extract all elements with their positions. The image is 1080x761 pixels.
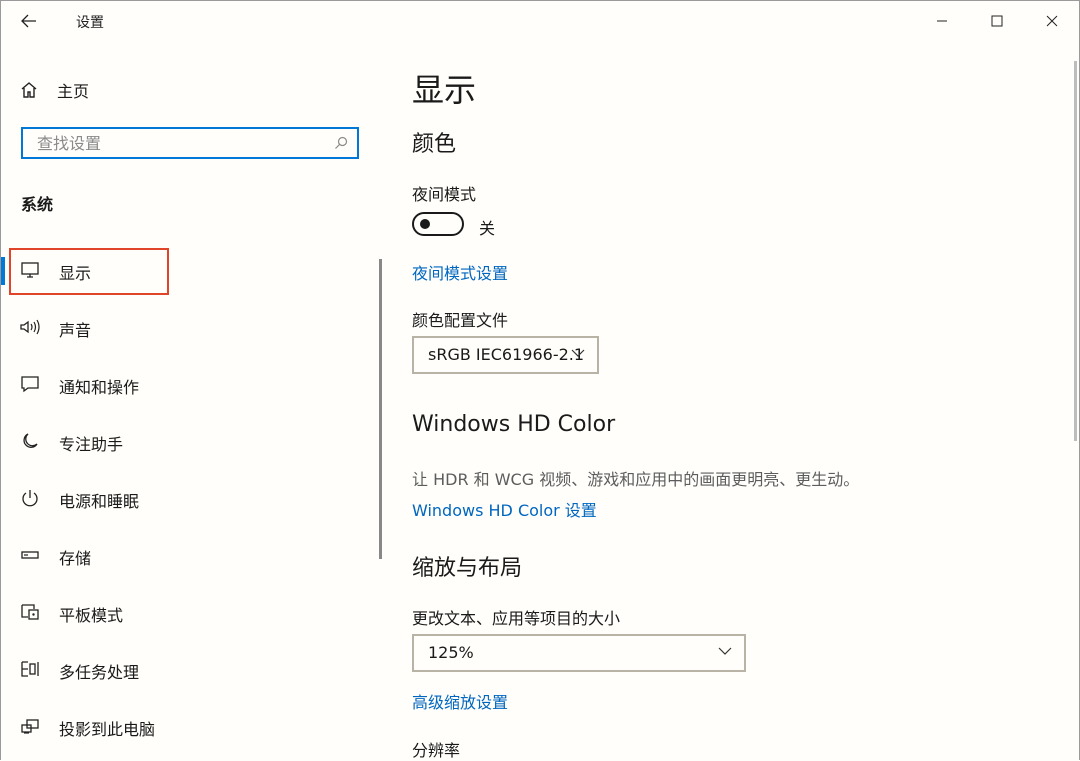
minimize-icon [937,20,947,22]
sidebar-item-multitasking[interactable]: 多任务处理 [1,641,373,698]
search-box[interactable] [21,127,359,159]
sidebar-home[interactable]: 主页 [19,73,359,107]
maximize-icon [991,15,1003,27]
storage-icon [21,551,39,559]
color-profile-label: 颜色配置文件 [412,311,509,330]
sidebar-item-label: 声音 [59,321,92,340]
sidebar-scrollbar[interactable] [379,259,382,559]
night-light-toggle[interactable] [412,212,464,236]
main-scrollbar[interactable] [1074,61,1077,441]
tablet-mode-icon [21,604,39,620]
moon-icon [23,433,38,448]
page-title: 显示 [412,71,477,109]
color-heading: 颜色 [412,132,457,157]
close-icon [1046,15,1058,27]
back-arrow-icon [21,14,36,28]
resolution-label: 分辨率 [412,741,461,760]
settings-window: 设置 主页 系统 显示 [0,0,1080,760]
notification-icon [21,376,39,393]
advanced-scaling-link[interactable]: 高级缩放设置 [412,689,508,713]
close-button[interactable] [1029,1,1075,41]
sidebar-item-label: 多任务处理 [59,663,140,682]
text-size-label: 更改文本、应用等项目的大小 [412,609,621,628]
toggle-knob [420,219,430,229]
maximize-button[interactable] [974,1,1020,41]
multitask-icon [21,661,39,677]
color-profile-value: sRGB IEC61966-2.1 [428,345,585,364]
speaker-icon [20,319,40,335]
search-input[interactable] [23,129,337,157]
sidebar-item-label: 平板模式 [59,606,124,625]
selection-indicator [1,257,5,285]
sidebar-item-label: 存储 [59,549,92,568]
project-icon [21,719,39,734]
sidebar-item-tablet-mode[interactable]: 平板模式 [1,584,373,641]
night-light-settings-link[interactable]: 夜间模式设置 [412,260,508,284]
scale-layout-heading: 缩放与布局 [412,556,523,581]
sidebar-item-project-to-pc[interactable]: 投影到此电脑 [1,698,373,755]
night-light-label: 夜间模式 [412,185,477,204]
home-icon [21,82,37,98]
sidebar-item-label: 电源和睡眠 [59,492,140,511]
sidebar-item-notifications[interactable]: 通知和操作 [1,356,373,413]
sidebar-nav: 显示 声音 通知和操作 专注助手 电源和睡眠 存储 平板模式 多任务处理 投影到… [1,242,373,755]
sidebar-item-label: 通知和操作 [59,378,140,397]
sidebar-item-power-sleep[interactable]: 电源和睡眠 [1,470,373,527]
night-light-state: 关 [479,219,496,238]
window-title: 设置 [76,15,104,31]
chevron-down-icon [718,647,732,655]
power-icon [22,490,38,507]
sidebar-item-display[interactable]: 显示 [1,242,373,299]
sidebar-home-label: 主页 [57,82,90,101]
hd-color-heading: Windows HD Color [412,412,616,437]
hd-color-description: 让 HDR 和 WCG 视频、游戏和应用中的画面更明亮、更生动。 [412,470,860,489]
hd-color-settings-link[interactable]: Windows HD Color 设置 [412,497,597,521]
sidebar-item-label: 显示 [59,264,92,283]
chevron-down-icon [571,349,585,357]
scale-value: 125% [428,643,474,662]
search-icon [335,136,348,149]
sidebar-section-system: 系统 [21,195,54,214]
sidebar-item-label: 专注助手 [59,435,124,454]
sidebar-item-sound[interactable]: 声音 [1,299,373,356]
color-profile-select[interactable]: sRGB IEC61966-2.1 [412,336,599,374]
back-button[interactable] [9,3,49,39]
scale-select[interactable]: 125% [412,634,746,672]
sidebar-item-label: 投影到此电脑 [59,720,156,739]
minimize-button[interactable] [919,1,965,41]
sidebar-item-focus-assist[interactable]: 专注助手 [1,413,373,470]
title-bar: 设置 [1,1,1079,41]
sidebar-item-storage[interactable]: 存储 [1,527,373,584]
monitor-icon [21,262,39,278]
